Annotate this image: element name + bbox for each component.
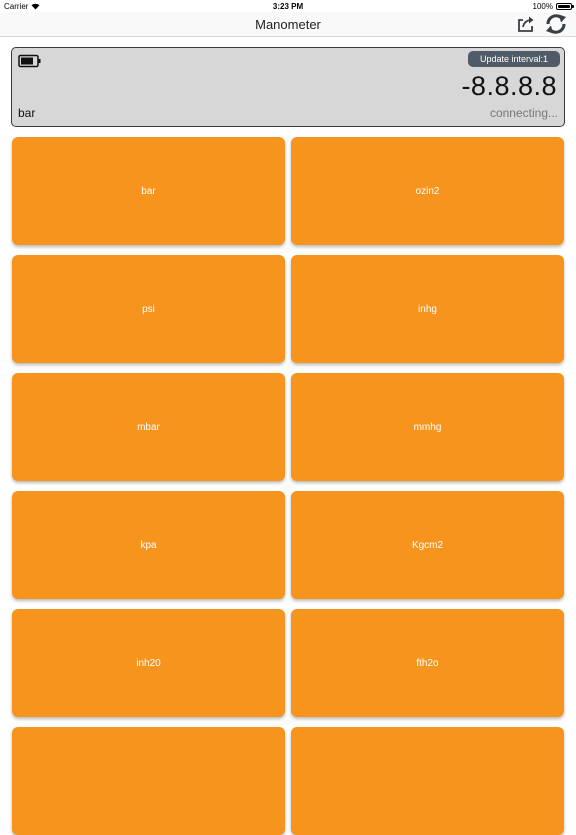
unit-button-psi[interactable]: psi <box>12 255 285 363</box>
unit-button-inhg[interactable]: inhg <box>291 255 564 363</box>
unit-button-mmhg[interactable]: mmhg <box>291 373 564 481</box>
navigation-bar: Manometer <box>0 12 576 37</box>
unit-button-partial-left[interactable] <box>12 727 285 835</box>
unit-button-kgcm2[interactable]: Kgcm2 <box>291 491 564 599</box>
unit-button-partial-right[interactable] <box>291 727 564 835</box>
connection-status: connecting... <box>489 106 558 120</box>
page-title: Manometer <box>255 17 321 32</box>
unit-button-kpa[interactable]: kpa <box>12 491 285 599</box>
share-icon[interactable] <box>516 15 536 33</box>
clock: 3:23 PM <box>272 2 304 11</box>
update-interval-button[interactable]: Update interval:1 <box>467 51 560 67</box>
battery-percent: 100% <box>532 2 553 11</box>
unit-button-mbar[interactable]: mbar <box>12 373 285 481</box>
status-battery-icon <box>556 3 574 10</box>
pressure-reading: -8.8.8.8 <box>461 71 557 101</box>
unit-button-fth2o[interactable]: fth2o <box>291 609 564 717</box>
refresh-icon[interactable] <box>544 13 568 35</box>
status-bar: Carrier 3:23 PM 100% <box>0 0 576 12</box>
battery-group: 100% <box>532 2 574 11</box>
unit-button-inh20[interactable]: inh20 <box>12 609 285 717</box>
unit-button-bar[interactable]: bar <box>12 137 285 245</box>
current-unit-label: bar <box>18 106 36 120</box>
unit-button-grid: bar ozin2 psi inhg mbar mmhg kpa Kgcm2 i… <box>12 137 564 835</box>
reading-display: Update interval:1 -8.8.8.8 bar connectin… <box>11 47 565 127</box>
battery-icon <box>18 54 41 68</box>
unit-button-ozin2[interactable]: ozin2 <box>291 137 564 245</box>
